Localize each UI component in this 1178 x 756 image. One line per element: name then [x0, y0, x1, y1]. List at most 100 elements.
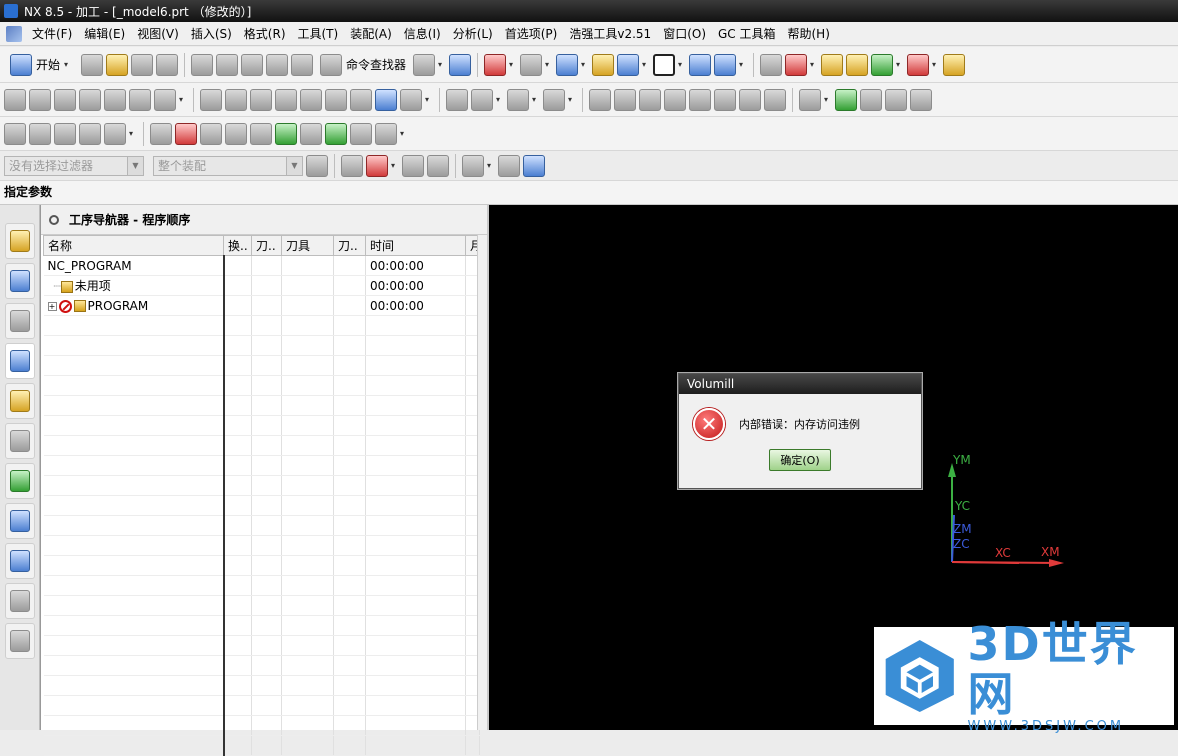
chevron-down-icon[interactable]: ▾ — [438, 60, 446, 69]
resource-tab-web-browser[interactable] — [5, 543, 35, 579]
chevron-down-icon[interactable]: ▾ — [496, 95, 504, 104]
subtract-icon[interactable] — [175, 122, 197, 145]
menu-haoqiang-tools[interactable]: 浩强工具v2.51 — [563, 24, 657, 44]
background-color-icon[interactable] — [653, 53, 676, 76]
ok-button[interactable]: 确定(O) — [769, 449, 831, 471]
machine-tool-view-icon[interactable] — [154, 88, 176, 111]
replace-face-icon[interactable] — [325, 122, 347, 145]
cancel-x-icon[interactable] — [799, 88, 821, 111]
selection-icon[interactable] — [449, 53, 472, 76]
column-header-toolchange[interactable]: 换.. — [223, 235, 252, 256]
generate-toolpath-icon[interactable] — [200, 88, 222, 111]
fixture-icon[interactable] — [910, 88, 932, 111]
menu-analysis[interactable]: 分析(L) — [447, 24, 499, 44]
offset-face-icon[interactable] — [639, 88, 661, 111]
chevron-down-icon[interactable]: ▾ — [568, 95, 576, 104]
resource-tab-hd3d-tools[interactable] — [5, 503, 35, 539]
table-row[interactable]: NC_PROGRAM 00:00:00 — [43, 255, 480, 276]
paste-icon[interactable] — [241, 53, 264, 76]
feeds-speeds-icon[interactable] — [400, 88, 422, 111]
box-outline-icon[interactable] — [250, 122, 272, 145]
shaded-cube-icon[interactable] — [556, 53, 579, 76]
chamfer-icon[interactable] — [79, 122, 101, 145]
view-section-icon[interactable] — [617, 53, 640, 76]
program-order-view-icon[interactable] — [129, 88, 151, 111]
stock-icon[interactable] — [860, 88, 882, 111]
open-file-icon[interactable] — [106, 53, 129, 76]
resource-tab-reuse-library[interactable] — [5, 463, 35, 499]
simulate-machine-icon[interactable] — [300, 88, 322, 111]
snap-point-icon[interactable] — [821, 53, 844, 76]
column-header-name[interactable]: 名称 — [43, 235, 224, 256]
sketch-point-icon[interactable] — [225, 122, 247, 145]
create-operation-icon[interactable] — [104, 88, 126, 111]
rotate-view-icon[interactable] — [520, 53, 543, 76]
resource-tab-system-materials[interactable] — [5, 623, 35, 659]
draft-icon[interactable] — [104, 122, 126, 145]
chevron-down-icon[interactable]: ▾ — [179, 95, 187, 104]
menu-information[interactable]: 信息(I) — [398, 24, 447, 44]
chevron-down-icon[interactable]: ▾ — [739, 60, 747, 69]
transform-icon[interactable] — [446, 88, 468, 111]
filter-settings-icon[interactable] — [306, 154, 328, 177]
ruler-icon[interactable] — [943, 53, 966, 76]
column-header-tool-number[interactable]: 刀.. — [333, 235, 366, 256]
resource-tab-machining-feature-navigator[interactable] — [5, 423, 35, 459]
shop-documentation-icon[interactable] — [375, 88, 397, 111]
chevron-down-icon[interactable]: ▾ — [896, 60, 904, 69]
bear-animal-icon[interactable] — [350, 122, 372, 145]
new-file-icon[interactable] — [81, 53, 104, 76]
chevron-down-icon[interactable]: ▾ — [642, 60, 650, 69]
menu-preferences[interactable]: 首选项(P) — [499, 24, 564, 44]
resource-tab-machine-tool-navigator[interactable] — [5, 383, 35, 419]
resource-tab-constraint-navigator[interactable] — [5, 263, 35, 299]
list-toolpath-icon[interactable] — [275, 88, 297, 111]
column-header-toolpath[interactable]: 刀.. — [251, 235, 282, 256]
menu-format[interactable]: 格式(R) — [238, 24, 292, 44]
wcs-orient-icon[interactable] — [689, 53, 712, 76]
menu-insert[interactable]: 插入(S) — [185, 24, 238, 44]
create-program-icon[interactable] — [4, 88, 26, 111]
cylinder-icon[interactable] — [714, 88, 736, 111]
chevron-down-icon[interactable]: ▾ — [425, 95, 433, 104]
column-header-time[interactable]: 时间 — [365, 235, 466, 256]
column-header-tool[interactable]: 刀具 — [281, 235, 334, 256]
output-cldata-icon[interactable] — [350, 88, 372, 111]
chevron-down-icon[interactable]: ▾ — [810, 60, 818, 69]
start-button[interactable]: 开始 ▾ — [4, 52, 78, 78]
extract-geometry-icon[interactable] — [614, 88, 636, 111]
select-solid-icon[interactable] — [523, 154, 545, 177]
chevron-down-icon[interactable]: ▾ — [532, 95, 540, 104]
copy-icon[interactable] — [216, 53, 239, 76]
scope-select[interactable]: 整个装配 ▼ — [153, 155, 303, 176]
resource-tab-part-navigator[interactable] — [5, 303, 35, 339]
play-toolpath-icon[interactable] — [871, 53, 894, 76]
create-method-icon[interactable] — [79, 88, 101, 111]
chevron-down-icon[interactable]: ▾ — [678, 60, 686, 69]
resource-tab-assembly-navigator[interactable] — [5, 223, 35, 259]
chevron-down-icon[interactable]: ▾ — [487, 161, 495, 170]
chevron-down-icon[interactable]: ▾ — [509, 60, 517, 69]
block-icon[interactable] — [739, 88, 761, 111]
create-geometry-icon[interactable] — [54, 88, 76, 111]
delete-icon[interactable] — [266, 53, 289, 76]
command-finder-button[interactable]: 命令查找器 — [316, 53, 410, 76]
mirror-icon[interactable] — [300, 122, 322, 145]
point-set-icon[interactable] — [664, 88, 686, 111]
chevron-down-icon[interactable]: ▾ — [581, 60, 589, 69]
feature-ops-icon[interactable] — [589, 88, 611, 111]
replay-toolpath-icon[interactable] — [225, 88, 247, 111]
snap-icon[interactable] — [341, 154, 363, 177]
table-row[interactable]: + PROGRAM 00:00:00 — [43, 295, 480, 316]
save-icon[interactable] — [131, 53, 154, 76]
chevron-down-icon[interactable]: ▾ — [824, 95, 832, 104]
chevron-down-icon[interactable]: ▾ — [545, 60, 553, 69]
expand-icon[interactable]: + — [47, 301, 57, 311]
table-row[interactable]: ┈ 未用项 00:00:00 — [43, 275, 480, 296]
chevron-down-icon[interactable]: ▾ — [129, 129, 137, 138]
menu-view[interactable]: 视图(V) — [131, 24, 185, 44]
revolve-icon[interactable] — [29, 122, 51, 145]
undo-icon[interactable] — [291, 53, 314, 76]
unite-icon[interactable] — [150, 122, 172, 145]
point-constructor-icon[interactable] — [846, 53, 869, 76]
